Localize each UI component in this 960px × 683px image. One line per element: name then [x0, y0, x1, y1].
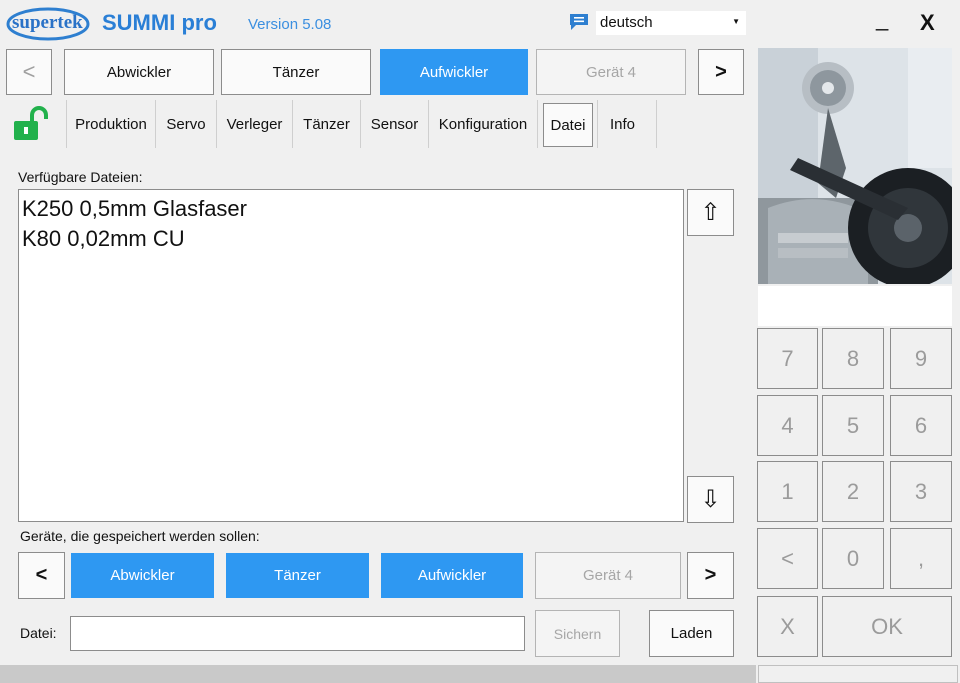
version-label: Version 5.08 [248, 16, 332, 33]
save-device-abwickler[interactable]: Abwickler [71, 553, 214, 598]
list-item[interactable]: K250 0,5mm Glasfaser [22, 194, 683, 224]
device-prev-button[interactable]: < [6, 49, 52, 95]
status-bar [0, 665, 756, 683]
arrow-down-icon: ⇩ [700, 486, 721, 513]
key-6[interactable]: 6 [890, 395, 952, 456]
key-9[interactable]: 9 [890, 328, 952, 389]
file-name-label: Datei: [20, 625, 57, 641]
key-5[interactable]: 5 [822, 395, 884, 456]
key-comma[interactable]: , [890, 528, 952, 589]
list-item[interactable]: K80 0,02mm CU [22, 224, 683, 254]
keypad-display [758, 286, 952, 326]
tab-taenzer[interactable]: Tänzer [293, 100, 361, 148]
tab-konfiguration[interactable]: Konfiguration [429, 100, 538, 148]
language-select[interactable]: deutsch ▼ [596, 11, 746, 35]
device-tab-taenzer[interactable]: Tänzer [221, 49, 371, 95]
save-devices-label: Geräte, die gespeichert werden sollen: [20, 528, 260, 544]
save-button[interactable]: Sichern [535, 610, 620, 657]
tab-info[interactable]: Info [597, 100, 657, 148]
key-8[interactable]: 8 [822, 328, 884, 389]
scroll-down-button[interactable]: ⇩ [687, 476, 734, 523]
logo: supertek [6, 6, 90, 42]
key-1[interactable]: 1 [757, 461, 818, 522]
tab-servo[interactable]: Servo [156, 100, 217, 148]
key-4[interactable]: 4 [757, 395, 818, 456]
status-bar-right [758, 665, 958, 683]
dropdown-arrow-icon: ▼ [732, 17, 740, 26]
key-cancel[interactable]: X [757, 596, 818, 657]
minimize-button[interactable]: _ [876, 6, 888, 32]
key-2[interactable]: 2 [822, 461, 884, 522]
save-device-aufwickler[interactable]: Aufwickler [381, 553, 523, 598]
save-device-geraet4[interactable]: Gerät 4 [535, 552, 681, 599]
language-select-value: deutsch [600, 14, 653, 31]
files-label: Verfügbare Dateien: [18, 169, 143, 185]
device-next-button[interactable]: > [698, 49, 744, 95]
close-button[interactable]: X [920, 10, 935, 36]
key-7[interactable]: 7 [757, 328, 818, 389]
key-0[interactable]: 0 [822, 528, 884, 589]
load-button[interactable]: Laden [649, 610, 734, 657]
app-title: SUMMI pro [102, 10, 217, 35]
tab-sensor[interactable]: Sensor [361, 100, 429, 148]
language-icon [568, 12, 590, 32]
arrow-up-icon: ⇧ [700, 199, 721, 226]
file-name-input[interactable] [70, 616, 525, 651]
tab-datei[interactable]: Datei [543, 103, 593, 147]
machine-photo [758, 48, 952, 284]
unlock-icon[interactable] [12, 106, 50, 142]
file-list[interactable]: K250 0,5mm Glasfaser K80 0,02mm CU [18, 189, 684, 522]
logo-text: supertek [12, 12, 83, 33]
scroll-up-button[interactable]: ⇧ [687, 189, 734, 236]
device-tab-aufwickler[interactable]: Aufwickler [380, 49, 528, 95]
save-devices-next-button[interactable]: > [687, 552, 734, 599]
tab-verleger[interactable]: Verleger [217, 100, 293, 148]
save-device-taenzer[interactable]: Tänzer [226, 553, 369, 598]
key-3[interactable]: 3 [890, 461, 952, 522]
tab-produktion[interactable]: Produktion [66, 100, 156, 148]
device-tab-geraet4[interactable]: Gerät 4 [536, 49, 686, 95]
save-devices-prev-button[interactable]: < [18, 552, 65, 599]
key-ok[interactable]: OK [822, 596, 952, 657]
device-tab-abwickler[interactable]: Abwickler [64, 49, 214, 95]
key-backspace[interactable]: < [757, 528, 818, 589]
